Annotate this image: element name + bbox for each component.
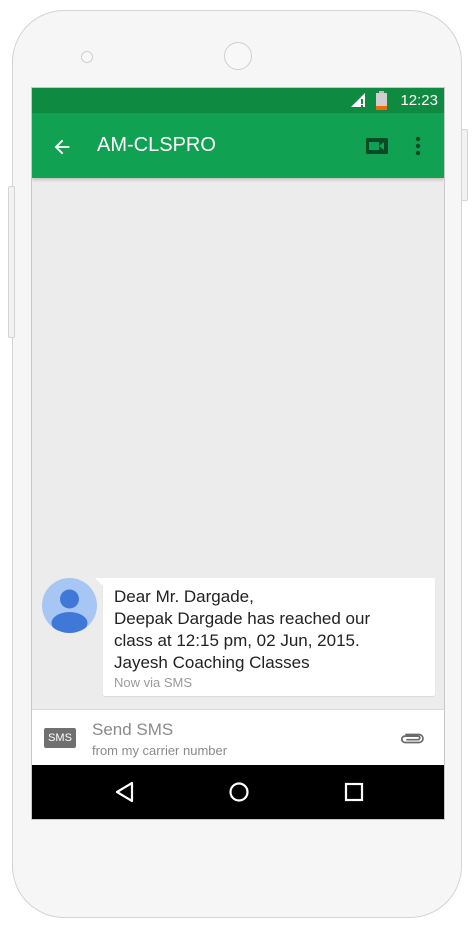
sms-badge: SMS xyxy=(44,728,76,748)
person-avatar-icon[interactable] xyxy=(42,578,97,633)
video-call-icon xyxy=(366,138,388,154)
volume-button xyxy=(8,186,15,338)
status-bar: 12:23 xyxy=(32,88,444,113)
nav-home-button[interactable] xyxy=(226,779,252,805)
message-line: class at 12:15 pm, 02 Jun, 2015. xyxy=(114,631,360,650)
more-vert-icon xyxy=(415,136,421,156)
paperclip-icon xyxy=(401,733,424,744)
bubble-notch xyxy=(95,578,104,587)
earpiece xyxy=(224,42,252,70)
nav-recents-icon xyxy=(344,782,364,802)
message-timestamp: Now via SMS xyxy=(114,675,193,690)
message-text: Dear Mr. Dargade, Deepak Dargade has rea… xyxy=(114,586,430,674)
attach-button[interactable] xyxy=(398,726,428,750)
navigation-bar xyxy=(32,765,444,819)
message-line: Deepak Dargade has reached our xyxy=(114,609,371,628)
nav-back-icon xyxy=(115,781,134,803)
video-call-button[interactable] xyxy=(364,133,390,159)
message-line: Jayesh Coaching Classes xyxy=(114,653,310,672)
app-bar: AM-CLSPRO xyxy=(32,113,444,178)
signal-icon xyxy=(351,93,365,107)
message-bubble[interactable]: Dear Mr. Dargade, Deepak Dargade has rea… xyxy=(95,578,435,696)
nav-home-icon xyxy=(229,782,249,802)
front-sensor xyxy=(81,51,93,63)
status-time: 12:23 xyxy=(400,92,438,109)
back-button[interactable] xyxy=(48,133,76,161)
more-options-button[interactable] xyxy=(408,133,428,159)
nav-recents-button[interactable] xyxy=(341,779,367,805)
compose-bar: SMS Send SMS from my carrier number xyxy=(32,709,444,766)
back-arrow-icon xyxy=(54,139,70,155)
conversation-title: AM-CLSPRO xyxy=(97,134,216,156)
message-line: Dear Mr. Dargade, xyxy=(114,587,254,606)
power-button xyxy=(461,129,468,201)
compose-subtitle: from my carrier number xyxy=(92,743,228,758)
phone-screen: 12:23 AM-CLSPRO Dear Mr. Dargade, Deepak… xyxy=(31,87,445,820)
nav-back-button[interactable] xyxy=(112,779,138,805)
compose-input[interactable]: Send SMS xyxy=(92,720,173,740)
battery-icon xyxy=(376,91,387,110)
